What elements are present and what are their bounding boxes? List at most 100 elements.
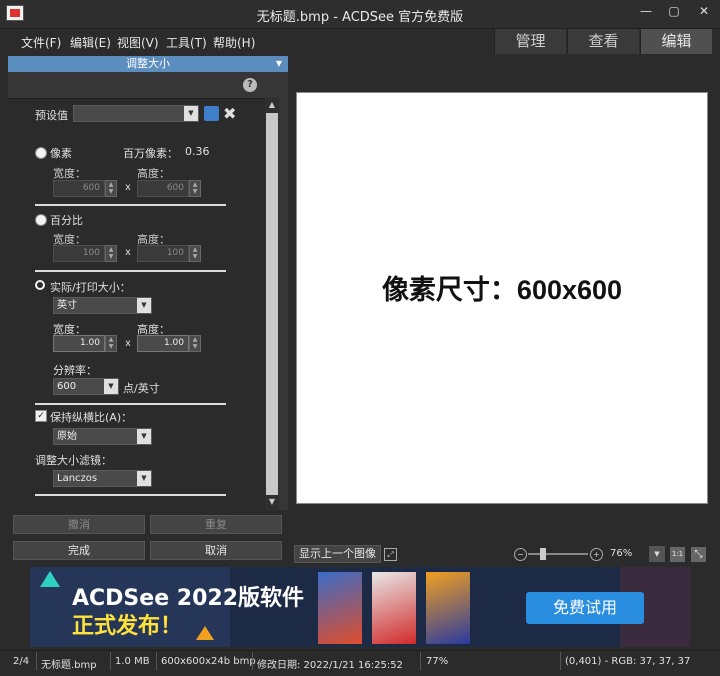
print-width-stepper[interactable]: ▲ ▼ (105, 335, 117, 352)
divider (35, 494, 226, 496)
times-separator: x (125, 338, 131, 349)
keep-aspect-checkbox[interactable]: ✓ (35, 410, 47, 422)
triangle-decoration-icon (40, 571, 60, 587)
percent-height-stepper[interactable]: ▲ ▼ (189, 245, 201, 262)
preset-select[interactable]: ▼ (73, 105, 199, 122)
product-box-image (426, 572, 470, 644)
megapixel-label: 百万像素： (123, 147, 178, 160)
chevron-down-icon: ▼ (184, 106, 198, 121)
chevron-down-icon: ▼ (137, 298, 151, 313)
filter-label: 调整大小滤镜： (35, 454, 112, 467)
print-unit-value: 英寸 (57, 300, 77, 311)
chevron-down-icon: ▼ (137, 429, 151, 444)
print-size-label: 实际/打印大小： (50, 281, 131, 294)
chevron-down-icon: ▼ (104, 379, 118, 394)
menu-help[interactable]: 帮助(H) (213, 34, 255, 51)
zoom-level: 76% (610, 548, 633, 559)
pixels-height-input[interactable]: 600 (137, 180, 189, 197)
resolution-label: 分辨率： (53, 364, 97, 377)
pixels-height-label: 高度： (137, 167, 170, 180)
product-box-image (318, 572, 362, 644)
show-previous-image-button[interactable]: 显示上一个图像 (294, 545, 381, 563)
scroll-thumb[interactable] (266, 113, 278, 495)
filter-select[interactable]: Lanczos ▼ (53, 470, 152, 487)
resolution-value: 600 (57, 381, 77, 392)
divider (35, 403, 226, 405)
free-trial-button[interactable]: 免费试用 (526, 592, 644, 624)
redo-button[interactable]: 重复 (150, 515, 282, 534)
panel-header[interactable]: 调整大小 ▼ (8, 56, 288, 72)
percent-width-stepper[interactable]: ▲ ▼ (105, 245, 117, 262)
product-box-image (372, 572, 416, 644)
fit-image-icon[interactable]: ⤡ (691, 547, 706, 562)
zoom-dropdown-icon[interactable]: ▼ (649, 546, 665, 562)
print-height-input[interactable]: 1.00 (137, 335, 189, 352)
status-divider (420, 652, 421, 670)
pixels-width-stepper[interactable]: ▲ ▼ (105, 180, 117, 197)
aspect-value: 原始 (57, 431, 77, 442)
print-height-stepper[interactable]: ▲ ▼ (189, 335, 201, 352)
menu-edit[interactable]: 编辑(E) (70, 34, 111, 51)
zoom-out-icon[interactable]: − (514, 548, 527, 561)
zoom-slider-track[interactable] (528, 553, 588, 555)
percent-label: 百分比 (50, 214, 83, 227)
print-width-input[interactable]: 1.00 (53, 335, 105, 352)
preview-image-text: 像素尺寸：600x600 (381, 275, 623, 305)
percent-radio[interactable] (35, 214, 47, 226)
status-filesize: 1.0 MB (115, 656, 150, 667)
pixels-radio[interactable] (35, 147, 47, 159)
tab-edit[interactable]: 编辑 (640, 29, 712, 54)
done-button[interactable]: 完成 (13, 541, 145, 560)
menu-file[interactable]: 文件(F) (21, 34, 61, 51)
status-divider (156, 652, 157, 670)
menu-bar: 文件(F) 编辑(E) 视图(V) 工具(T) 帮助(H) 管理 查看 编辑 (0, 29, 720, 55)
cancel-button[interactable]: 取消 (150, 541, 282, 560)
pixels-width-input[interactable]: 600 (53, 180, 105, 197)
panel-title: 调整大小 (126, 57, 170, 70)
percent-height-input[interactable]: 100 (137, 245, 189, 262)
close-button[interactable]: ✕ (688, 0, 720, 22)
zoom-slider-thumb[interactable] (540, 548, 546, 560)
aspect-select[interactable]: 原始 ▼ (53, 428, 152, 445)
chevron-down-icon: ▼ (137, 471, 151, 486)
keep-aspect-label: 保持纵横比(A)： (50, 411, 133, 424)
print-unit-select[interactable]: 英寸 ▼ (53, 297, 152, 314)
scroll-up-icon[interactable]: ▲ (265, 99, 279, 111)
status-filename: 无标题.bmp (41, 660, 97, 671)
save-preset-icon[interactable] (204, 106, 219, 121)
preset-label: 预设值 (35, 109, 68, 122)
minimize-button[interactable]: — (632, 0, 660, 22)
resolution-select[interactable]: 600 ▼ (53, 378, 119, 395)
actual-size-button[interactable]: 1:1 (670, 547, 685, 562)
chevron-down-icon[interactable]: ▼ (276, 56, 282, 72)
status-modified: 修改日期: 2022/1/21 16:25:52 (257, 660, 403, 671)
divider (35, 204, 226, 206)
ad-subtitle: 正式发布！ (72, 614, 183, 639)
print-size-radio[interactable] (35, 280, 45, 290)
percent-width-input[interactable]: 100 (53, 245, 105, 262)
divider (35, 270, 226, 272)
tab-view[interactable]: 查看 (567, 29, 639, 54)
megapixel-value: 0.36 (185, 145, 210, 158)
help-icon[interactable]: ? (243, 78, 257, 92)
undo-button[interactable]: 撤消 (13, 515, 145, 534)
menu-view[interactable]: 视图(V) (117, 34, 159, 51)
fullscreen-icon[interactable]: ⤢ (384, 548, 397, 561)
pixels-height-stepper[interactable]: ▲ ▼ (189, 180, 201, 197)
pixels-width-label: 宽度： (53, 167, 86, 180)
filter-value: Lanczos (57, 473, 98, 484)
status-zoom: 77% (426, 656, 449, 667)
menu-tools[interactable]: 工具(T) (166, 34, 207, 51)
pixels-label: 像素 (50, 147, 72, 160)
scroll-down-icon[interactable]: ▼ (265, 496, 279, 508)
delete-preset-icon[interactable]: ✖ (223, 104, 236, 123)
zoom-in-icon[interactable]: + (590, 548, 603, 561)
status-dimensions: 600x600x24b bmp (161, 656, 256, 667)
status-index: 2/4 (13, 656, 30, 667)
tab-manage[interactable]: 管理 (494, 29, 566, 54)
maximize-button[interactable]: ▢ (660, 0, 688, 22)
status-divider (36, 652, 37, 670)
status-divider (110, 652, 111, 670)
times-separator: x (125, 182, 131, 193)
triangle-decoration-icon (196, 626, 214, 640)
